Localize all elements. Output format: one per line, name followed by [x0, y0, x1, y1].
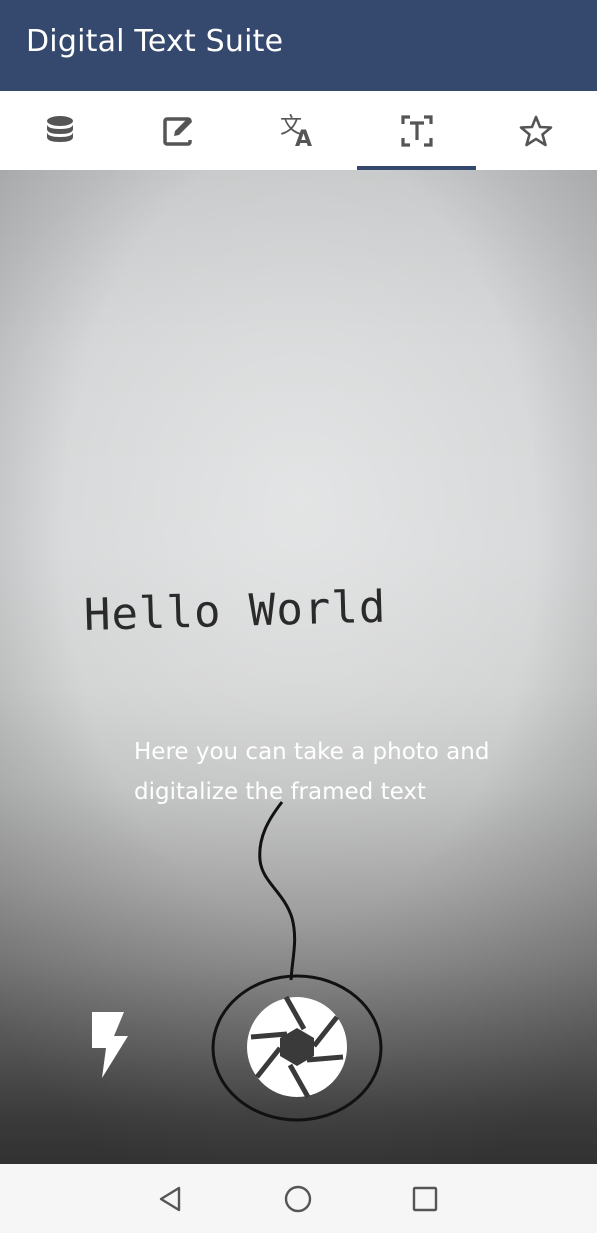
nav-home-button[interactable] — [281, 1182, 315, 1216]
aperture-shutter-icon — [247, 995, 347, 1099]
home-circle-icon — [284, 1185, 312, 1213]
database-icon — [46, 115, 73, 142]
tab-bar: 文 A — [0, 91, 597, 170]
star-icon — [519, 115, 552, 146]
nav-back-button[interactable] — [153, 1182, 187, 1216]
annotation-line — [258, 801, 297, 981]
tab-database[interactable] — [0, 91, 119, 170]
tab-edit[interactable] — [119, 91, 238, 170]
shutter-button[interactable] — [244, 994, 350, 1100]
system-nav-bar — [0, 1164, 597, 1233]
camera-preview[interactable]: Hello World Here you can take a photo an… — [0, 170, 597, 1164]
edit-icon — [162, 116, 196, 146]
app-screen: Digital Text Suite 文 A Hello World Here … — [0, 0, 597, 1233]
svg-text:A: A — [295, 127, 312, 149]
tab-favorites[interactable] — [476, 91, 595, 170]
tab-text-recognition[interactable] — [357, 91, 476, 170]
tab-translate[interactable]: 文 A — [238, 91, 357, 170]
text-recognition-icon — [400, 114, 433, 147]
flash-icon — [92, 1012, 128, 1078]
recents-square-icon — [412, 1186, 438, 1212]
back-triangle-icon — [159, 1186, 181, 1212]
translate-icon: 文 A — [280, 114, 312, 149]
nav-recents-button[interactable] — [408, 1182, 442, 1216]
app-bar: Digital Text Suite — [0, 0, 597, 91]
app-title: Digital Text Suite — [26, 24, 284, 59]
flash-button[interactable] — [86, 1008, 132, 1080]
